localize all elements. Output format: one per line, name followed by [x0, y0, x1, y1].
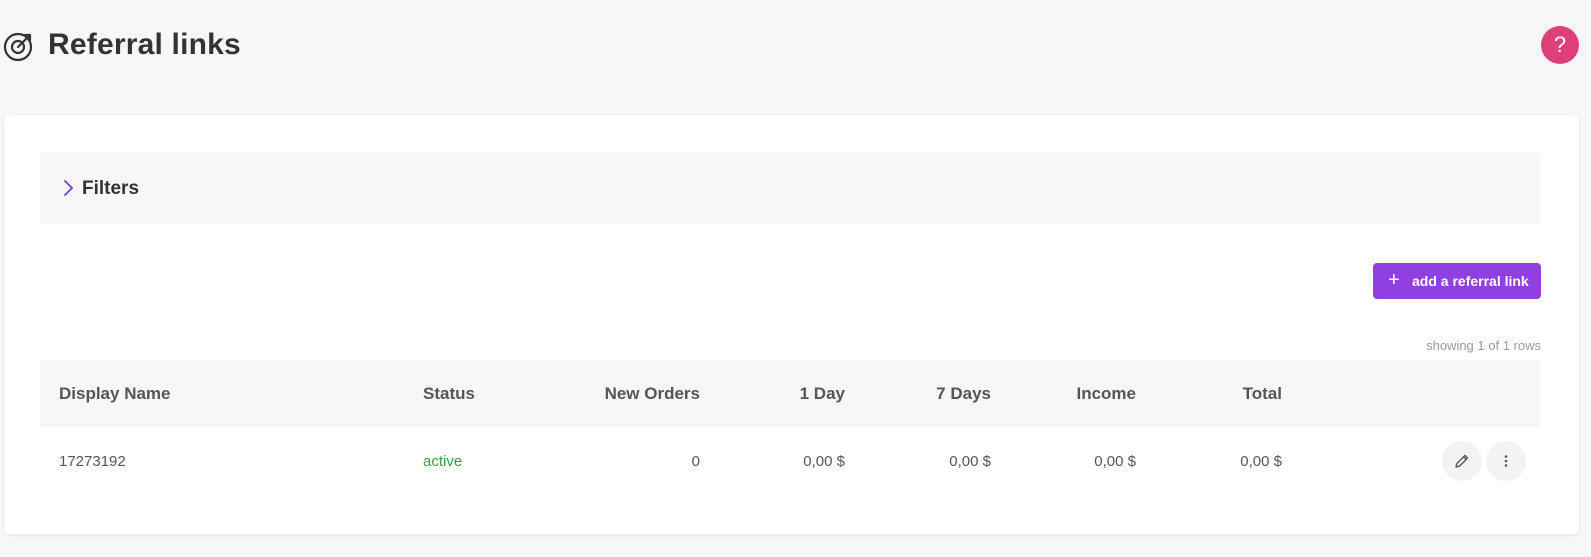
status-badge: active	[423, 453, 463, 470]
column-header-7-days[interactable]: 7 Days	[891, 384, 991, 404]
column-header-total[interactable]: Total	[1182, 384, 1282, 404]
cell-income: 0,00 $	[1094, 453, 1136, 470]
cell-1-day: 0,00 $	[803, 453, 845, 470]
cell-7-days: 0,00 $	[949, 453, 991, 470]
column-header-new-orders[interactable]: New Orders	[560, 384, 700, 404]
column-header-1-day[interactable]: 1 Day	[745, 384, 845, 404]
filters-label: Filters	[82, 178, 140, 199]
filters-toggle[interactable]: Filters	[40, 152, 1540, 224]
cell-new-orders: 0	[691, 453, 700, 470]
more-options-button[interactable]	[1486, 441, 1526, 481]
add-referral-link-label: add a referral link	[1412, 273, 1529, 289]
help-button[interactable]: ?	[1541, 26, 1579, 64]
referral-links-card: Filters + add a referral link showing 1 …	[4, 115, 1579, 534]
cell-display-name: 17273192	[59, 453, 126, 470]
plus-icon: +	[1388, 269, 1400, 291]
table-row: 17273192 active 0 0,00 $ 0,00 $ 0,00 $ 0…	[40, 427, 1540, 499]
pencil-icon	[1455, 454, 1469, 468]
chevron-right-icon	[64, 180, 73, 196]
cell-total: 0,00 $	[1240, 453, 1282, 470]
row-count: showing 1 of 1 rows	[1426, 338, 1541, 353]
target-icon	[3, 32, 33, 62]
table-header: Display Name Status New Orders 1 Day 7 D…	[40, 360, 1540, 427]
more-vertical-icon	[1504, 455, 1508, 467]
page-title: Referral links	[48, 28, 241, 61]
column-header-income[interactable]: Income	[1036, 384, 1136, 404]
add-referral-link-button[interactable]: + add a referral link	[1373, 263, 1541, 299]
column-header-display-name[interactable]: Display Name	[59, 384, 171, 404]
edit-button[interactable]	[1442, 441, 1482, 481]
page-header: Referral links ?	[0, 0, 1591, 95]
column-header-status[interactable]: Status	[423, 384, 475, 404]
